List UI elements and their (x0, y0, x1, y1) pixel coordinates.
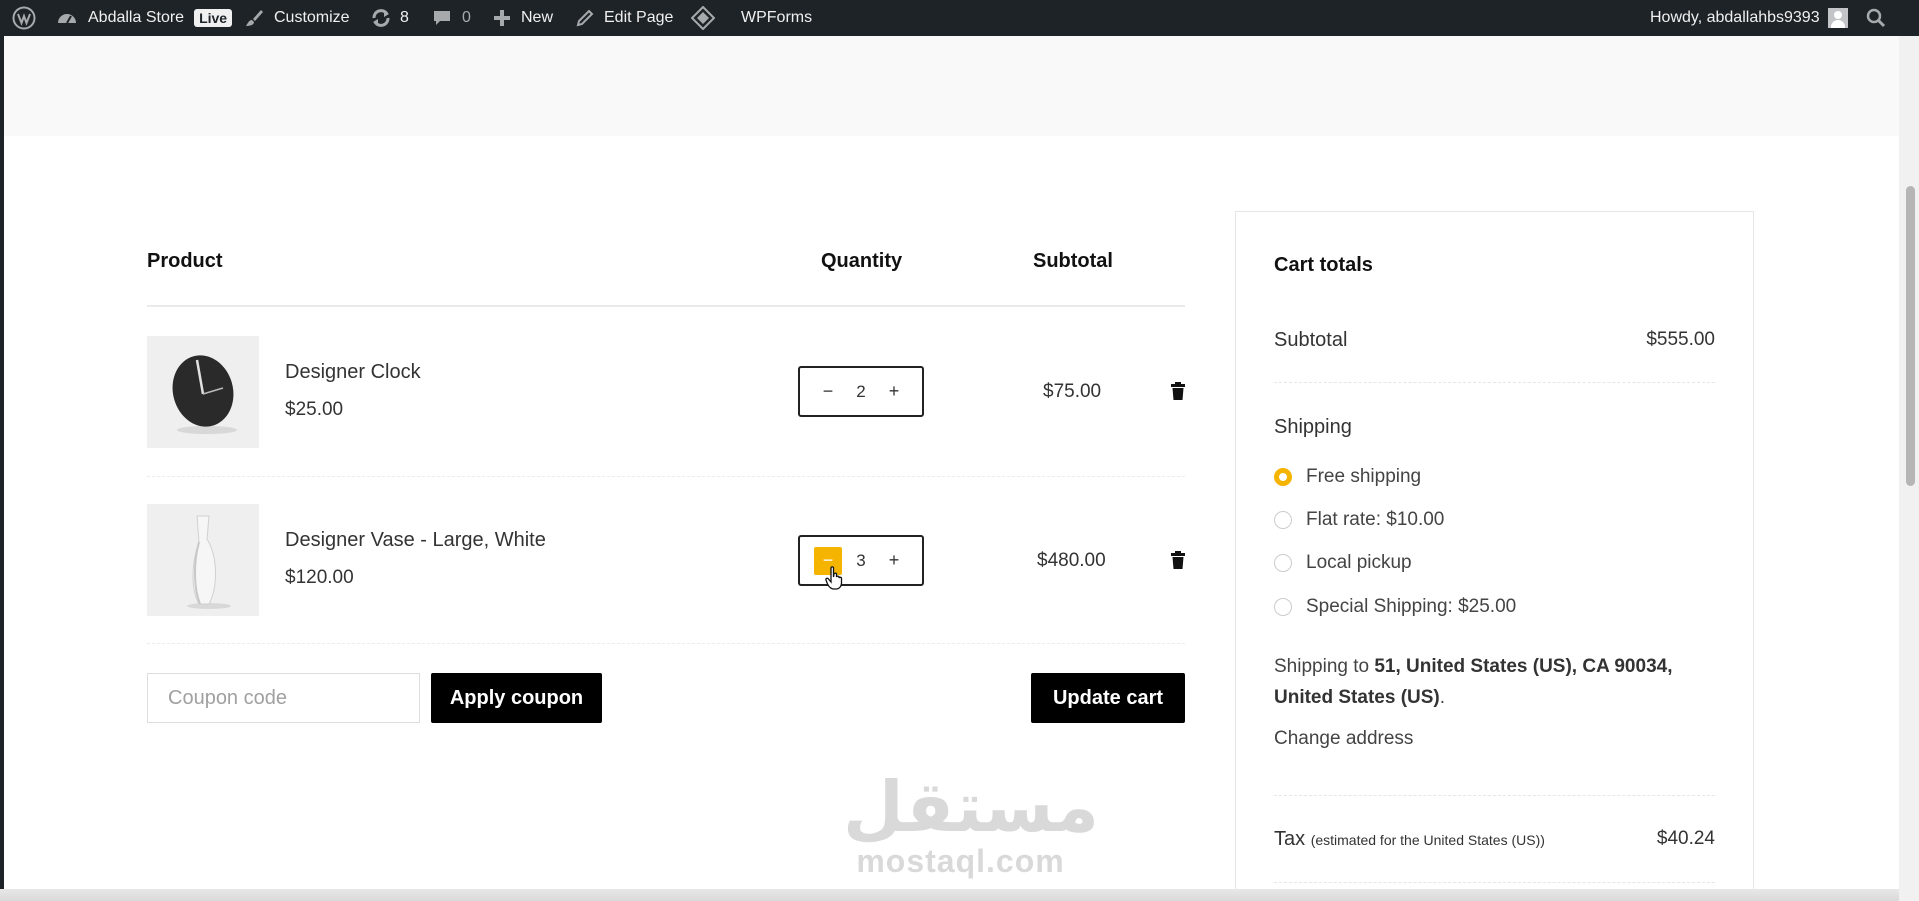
shipping-radio-free[interactable] (1274, 468, 1292, 486)
bottom-shadow (0, 889, 1899, 901)
tax-label: Tax (1274, 828, 1306, 850)
quantity-value[interactable]: 3 (856, 551, 865, 571)
brush-icon (244, 8, 264, 28)
tax-value: $40.24 (1656, 828, 1715, 849)
hand-cursor-icon (825, 566, 845, 595)
column-header-product: Product (147, 250, 223, 272)
quantity-stepper[interactable]: − 2 + (798, 366, 924, 417)
updates-icon (370, 8, 392, 28)
updates-link[interactable]: 8 (370, 0, 409, 36)
scrollbar[interactable] (1899, 36, 1919, 901)
increase-quantity-button[interactable]: + (880, 378, 908, 406)
clock-image[interactable] (147, 336, 259, 448)
row-divider (147, 476, 1185, 477)
customize-link[interactable]: Customize (244, 0, 350, 36)
vase-image[interactable] (147, 504, 259, 616)
dashboard-icon (56, 8, 78, 28)
shipping-option-label[interactable]: Local pickup (1306, 552, 1412, 574)
scrollbar-thumb[interactable] (1906, 186, 1915, 486)
totals-divider (1274, 795, 1715, 796)
search-icon[interactable] (1866, 0, 1886, 36)
new-label: New (521, 9, 554, 26)
watermark-arabic: مستقل (843, 766, 1100, 848)
cart-totals-title: Cart totals (1274, 254, 1373, 276)
edit-page-link[interactable]: Edit Page (576, 0, 673, 36)
cart-item-subtotal: $480.00 (1037, 550, 1106, 571)
cart-item-price: $120.00 (285, 567, 354, 588)
subtotal-label: Subtotal (1274, 329, 1348, 351)
howdy-text: Howdy, abdallahbs9393 (1650, 9, 1820, 26)
header-divider (147, 305, 1185, 307)
comments-count: 0 (462, 9, 471, 26)
totals-divider (1274, 382, 1715, 383)
wpforms-label: WPForms (741, 9, 813, 26)
new-content-menu[interactable]: New (493, 0, 553, 36)
page-left-edge (0, 36, 4, 901)
pencil-icon (576, 9, 594, 27)
cart-item-subtotal: $75.00 (1043, 381, 1102, 402)
shipping-destination: Shipping to 51, United States (US), CA 9… (1274, 651, 1715, 713)
coupon-code-input[interactable] (147, 673, 420, 723)
wordpress-logo-icon[interactable] (12, 0, 36, 36)
wpforms-link[interactable]: WPForms (741, 0, 812, 36)
cart-totals-panel: Cart totals Subtotal $555.00 Shipping Fr… (1235, 211, 1754, 901)
tax-note: (estimated for the United States (US)) (1310, 832, 1545, 848)
row-divider (147, 643, 1185, 644)
change-address-link[interactable]: Change address (1274, 728, 1413, 750)
tax-row-label: Tax (estimated for the United States (US… (1274, 828, 1545, 851)
cart-item-price: $25.00 (285, 399, 344, 420)
live-badge: Live (194, 9, 233, 27)
column-header-quantity: Quantity (821, 250, 903, 272)
totals-divider (1274, 882, 1715, 883)
shipping-to-suffix: . (1439, 687, 1446, 708)
shipping-label: Shipping (1274, 416, 1352, 438)
quantity-stepper[interactable]: − 3 + (798, 535, 924, 586)
quantity-value[interactable]: 2 (856, 382, 865, 402)
increase-quantity-button[interactable]: + (880, 547, 908, 575)
watermark: مستقل mostaql.com (843, 766, 1100, 879)
update-cart-button[interactable]: Update cart (1031, 673, 1185, 723)
site-name: Abdalla Store (88, 9, 185, 26)
decrease-quantity-button[interactable]: − (814, 378, 842, 406)
subtotal-value: $555.00 (1646, 329, 1715, 350)
watermark-latin: mostaql.com (856, 843, 1065, 879)
account-menu[interactable]: Howdy, abdallahbs9393 (1650, 0, 1848, 36)
trash-icon[interactable] (1170, 382, 1186, 400)
shipping-option-label[interactable]: Flat rate: $10.00 (1306, 509, 1444, 531)
page-header-band (4, 36, 1899, 136)
comments-link[interactable]: 0 (432, 0, 471, 36)
shipping-option-label[interactable]: Special Shipping: $25.00 (1306, 596, 1516, 618)
admin-bar: Abdalla Store Live Customize 8 0 New Edi… (0, 0, 1919, 36)
apply-coupon-button[interactable]: Apply coupon (431, 673, 602, 723)
wpforms-diamond-icon[interactable] (691, 0, 715, 36)
cart-item-name[interactable]: Designer Vase - Large, White (285, 529, 546, 552)
site-name-menu[interactable]: Abdalla Store Live (56, 0, 233, 36)
shipping-radio-pickup[interactable] (1274, 554, 1292, 572)
plus-icon (493, 9, 511, 27)
comment-icon (432, 8, 452, 28)
customize-label: Customize (274, 9, 350, 26)
shipping-option-label[interactable]: Free shipping (1306, 466, 1421, 488)
edit-page-label: Edit Page (604, 9, 674, 26)
shipping-to-prefix: Shipping to (1274, 656, 1375, 677)
avatar (1827, 8, 1848, 28)
updates-count: 8 (400, 9, 409, 26)
cart-item-name[interactable]: Designer Clock (285, 361, 421, 384)
shipping-radio-flat[interactable] (1274, 511, 1292, 529)
column-header-subtotal: Subtotal (1033, 250, 1113, 272)
shipping-radio-special[interactable] (1274, 598, 1292, 616)
trash-icon[interactable] (1170, 551, 1186, 569)
